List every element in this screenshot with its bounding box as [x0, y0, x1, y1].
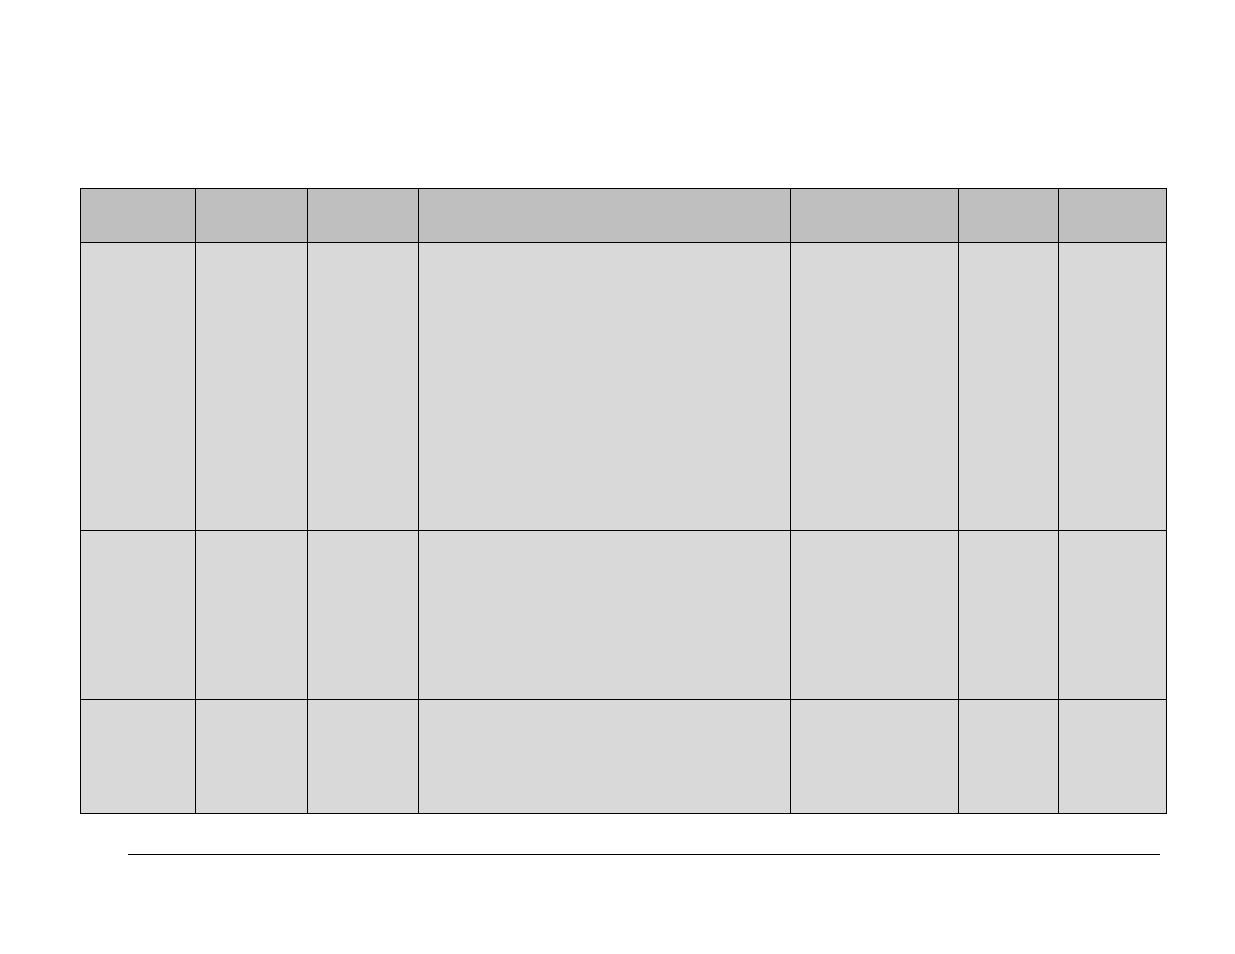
table-cell [419, 531, 791, 700]
table-cell [791, 531, 959, 700]
table-cell [308, 243, 419, 531]
table-cell [308, 531, 419, 700]
table-cell [81, 700, 196, 814]
table-header-cell [791, 189, 959, 243]
table-row [81, 243, 1167, 531]
table-cell [81, 531, 196, 700]
page [0, 0, 1235, 954]
table-cell [196, 243, 308, 531]
main-table [80, 188, 1167, 814]
table-row [81, 531, 1167, 700]
table-cell [791, 243, 959, 531]
table-header-cell [959, 189, 1059, 243]
table-header-row [81, 189, 1167, 243]
table-header-cell [308, 189, 419, 243]
table-cell [791, 700, 959, 814]
table-cell [196, 531, 308, 700]
table-cell [308, 700, 419, 814]
table-cell [1059, 700, 1167, 814]
table-cell [959, 243, 1059, 531]
table-cell [81, 243, 196, 531]
table-header-cell [196, 189, 308, 243]
table-cell [1059, 531, 1167, 700]
table-row [81, 700, 1167, 814]
table-cell [959, 531, 1059, 700]
table-cell [196, 700, 308, 814]
table-header-cell [419, 189, 791, 243]
table-cell [1059, 243, 1167, 531]
table-header-cell [1059, 189, 1167, 243]
table-header-cell [81, 189, 196, 243]
table-cell [419, 243, 791, 531]
table-cell [419, 700, 791, 814]
table-cell [959, 700, 1059, 814]
horizontal-rule [128, 854, 1160, 855]
